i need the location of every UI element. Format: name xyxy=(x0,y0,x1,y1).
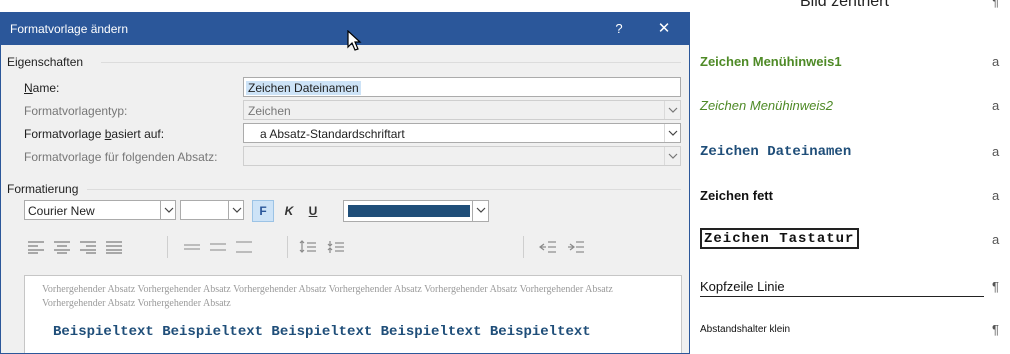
based-on-select[interactable]: a Absatz-Standardschriftart xyxy=(243,123,681,143)
font-name-value: Courier New xyxy=(28,204,95,218)
dialog-titlebar[interactable]: Formatvorlage ändern ? ✕ xyxy=(1,13,689,45)
style-type-select: Zeichen xyxy=(243,100,681,120)
close-button[interactable]: ✕ xyxy=(649,18,679,40)
character-mark-icon: a xyxy=(992,54,1000,69)
font-color-select[interactable] xyxy=(343,200,489,222)
section-divider xyxy=(101,62,681,63)
toolbar-divider xyxy=(167,236,168,258)
properties-section-heading: Eigenschaften xyxy=(7,55,84,69)
chevron-down-icon xyxy=(664,147,680,165)
preview-sample-text: Beispieltext Beispieltext Beispieltext B… xyxy=(53,324,591,340)
style-item-label: Zeichen Menühinweis1 xyxy=(700,54,842,69)
based-on-label: Formatvorlage basiert auf: xyxy=(24,127,165,141)
style-item-bild-zentriert[interactable]: Bild zentriert ¶ xyxy=(700,0,1000,24)
style-item-zeichen-menuehinweis2[interactable]: Zeichen Menühinweis2 a xyxy=(700,94,1000,118)
style-item-zeichen-tastatur[interactable]: Zeichen Tastatur a xyxy=(700,228,1000,252)
formatting-section-heading: Formatierung xyxy=(7,182,79,196)
paragraph-mark-icon: ¶ xyxy=(992,279,999,294)
style-type-label: Formatvorlagentyp: xyxy=(24,104,128,118)
decrease-indent-icon[interactable] xyxy=(539,240,557,254)
style-item-kopfzeile-linie[interactable]: Kopfzeile Linie ¶ xyxy=(700,275,1000,299)
toolbar-divider xyxy=(523,236,524,258)
style-item-zeichen-fett[interactable]: Zeichen fett a xyxy=(700,184,1000,208)
chevron-down-icon[interactable] xyxy=(664,124,680,142)
underline-button[interactable]: U xyxy=(302,200,324,222)
next-paragraph-label: Formatvorlage für folgenden Absatz: xyxy=(24,150,218,164)
character-mark-icon: a xyxy=(992,232,1000,247)
style-item-label: Kopfzeile Linie xyxy=(700,279,785,294)
name-input-value: Zeichen Dateinamen xyxy=(246,81,361,95)
modify-style-dialog: Formatvorlage ändern ? ✕ Eigenschaften N… xyxy=(0,12,690,354)
style-item-label: Abstandshalter klein xyxy=(700,324,791,335)
chevron-down-icon[interactable] xyxy=(228,201,243,219)
style-item-zeichen-menuehinweis1[interactable]: Zeichen Menühinweis1 a xyxy=(700,50,1000,74)
character-mark-icon: a xyxy=(992,98,1000,113)
one-half-spacing-icon[interactable] xyxy=(209,240,227,254)
style-item-abstandshalter-klein[interactable]: Abstandshalter klein ¶ xyxy=(700,318,1000,342)
font-name-select[interactable]: Courier New xyxy=(24,200,176,220)
preview-previous-paragraph: Vorhergehender Absatz Vorhergehender Abs… xyxy=(42,284,613,309)
style-preview-pane: Vorhergehender Absatz Vorhergehender Abs… xyxy=(24,275,682,353)
style-item-label: Bild zentriert xyxy=(800,0,889,10)
chevron-down-icon[interactable] xyxy=(472,201,488,221)
align-center-icon[interactable] xyxy=(53,240,71,254)
style-item-label: Zeichen Menühinweis2 xyxy=(700,98,833,113)
increase-indent-icon[interactable] xyxy=(567,240,585,254)
double-spacing-icon[interactable] xyxy=(235,240,253,254)
align-left-icon[interactable] xyxy=(27,240,45,254)
next-paragraph-select xyxy=(243,146,681,166)
paragraph-mark-icon: ¶ xyxy=(992,322,999,337)
section-divider xyxy=(87,189,681,190)
align-right-icon[interactable] xyxy=(79,240,97,254)
toolbar-divider xyxy=(287,236,288,258)
space-after-icon[interactable] xyxy=(327,240,345,254)
header-rule-line xyxy=(700,296,984,297)
style-item-label: Zeichen Tastatur xyxy=(700,228,860,249)
name-input[interactable]: Zeichen Dateinamen xyxy=(243,77,681,97)
style-item-label: Zeichen fett xyxy=(700,188,773,203)
bold-button[interactable]: F xyxy=(252,200,274,222)
based-on-value: a Absatz-Standardschriftart xyxy=(260,127,405,141)
italic-button[interactable]: K xyxy=(278,200,300,222)
character-mark-icon: a xyxy=(992,144,1000,159)
dialog-title: Formatvorlage ändern xyxy=(10,22,129,36)
paragraph-mark-icon: ¶ xyxy=(992,0,999,9)
style-type-value: Zeichen xyxy=(248,104,291,118)
font-color-swatch xyxy=(348,205,470,217)
chevron-down-icon[interactable] xyxy=(160,201,175,219)
justify-icon[interactable] xyxy=(105,240,123,254)
help-button[interactable]: ? xyxy=(605,18,633,40)
single-spacing-icon[interactable] xyxy=(183,240,201,254)
style-gallery-pane: Bild zentriert ¶ Zeichen Menühinweis1 a … xyxy=(690,0,1010,354)
mouse-cursor-icon xyxy=(347,30,362,51)
chevron-down-icon xyxy=(664,101,680,119)
style-item-zeichen-dateinamen[interactable]: Zeichen Dateinamen a xyxy=(700,140,1000,164)
character-mark-icon: a xyxy=(992,188,1000,203)
space-before-icon[interactable] xyxy=(299,240,317,254)
style-item-label: Zeichen Dateinamen xyxy=(700,144,852,160)
name-label: Name: xyxy=(24,81,60,95)
font-size-select[interactable] xyxy=(180,200,244,220)
